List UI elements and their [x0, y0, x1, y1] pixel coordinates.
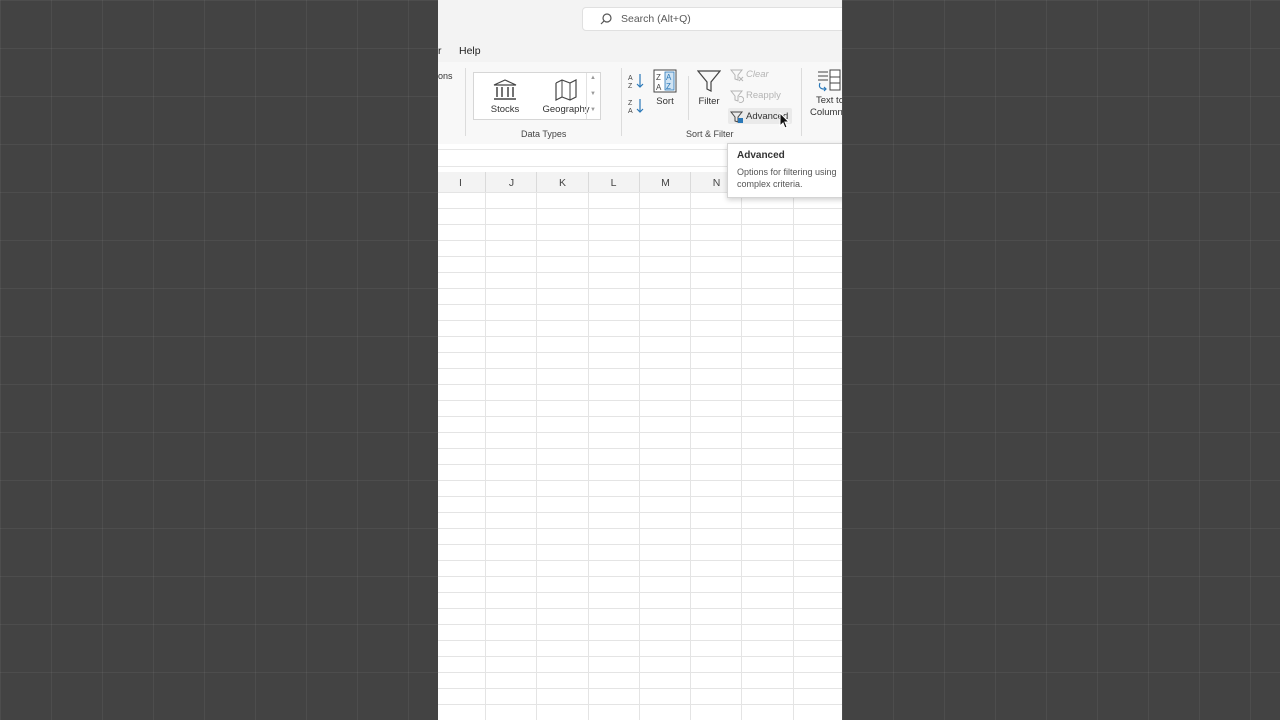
ribbon: ons Stocks Geography ▲ ▼ ▼ Data Types A …	[438, 62, 842, 145]
geography-label: Geography	[542, 104, 590, 115]
ribbon-separator	[801, 68, 802, 136]
reapply-label: Reapply	[746, 90, 781, 101]
ribbon-partial-label: ons	[438, 71, 453, 81]
svg-text:Z: Z	[656, 73, 661, 82]
tooltip-title: Advanced	[737, 150, 785, 161]
sort-label: Sort	[656, 96, 674, 107]
grid-column-line	[741, 192, 742, 720]
grid-column-line	[588, 192, 589, 720]
search-icon	[600, 13, 612, 25]
ribbon-separator	[465, 68, 466, 136]
grid-column-line	[485, 192, 486, 720]
sort-z-to-a-icon: Z A	[628, 99, 644, 115]
tooltip-description: Options for filtering using complex crit…	[737, 167, 837, 189]
column-header-m[interactable]: M	[640, 177, 691, 189]
sort-button[interactable]: Z A A Z Sort	[652, 69, 678, 107]
search-box[interactable]: Search (Alt+Q)	[582, 7, 842, 31]
text-to-columns-icon	[818, 69, 841, 92]
sort-ascending-button[interactable]: A Z	[628, 72, 644, 90]
sort-filter-group-label: Sort & Filter	[686, 129, 734, 139]
ribbon-separator	[621, 68, 622, 136]
filter-funnel-icon	[697, 70, 721, 92]
data-types-gallery: Stocks Geography ▲ ▼ ▼	[473, 72, 601, 120]
ribbon-tabs: r Help	[438, 38, 842, 62]
map-icon	[555, 79, 577, 101]
svg-text:A: A	[628, 75, 633, 82]
tab-partial[interactable]: r	[438, 45, 442, 57]
grid-column-line	[536, 192, 537, 720]
dimmed-background-right	[842, 0, 1280, 720]
sort-icon: Z A A Z	[653, 69, 677, 93]
bank-icon	[493, 79, 517, 100]
svg-text:A: A	[628, 108, 633, 115]
tab-help[interactable]: Help	[459, 45, 481, 57]
data-types-group-label: Data Types	[521, 129, 567, 139]
cell-grid[interactable]	[438, 192, 842, 720]
mouse-cursor-icon	[779, 112, 790, 129]
column-header-l[interactable]: L	[588, 177, 639, 189]
advanced-filter-icon	[730, 111, 744, 123]
filter-button[interactable]: Filter	[696, 69, 722, 107]
scroll-down-icon[interactable]: ▼	[590, 91, 596, 97]
excel-window: Search (Alt+Q) r Help ons Stocks Geograp…	[438, 0, 842, 720]
text-to-columns-button[interactable]: Text to Columns	[810, 69, 842, 119]
dimmed-background-left	[0, 0, 438, 720]
scroll-up-icon[interactable]: ▲	[590, 75, 596, 81]
stocks-label: Stocks	[490, 104, 520, 115]
clear-filter-icon	[730, 69, 744, 82]
clear-label: Clear	[746, 69, 769, 80]
sort-descending-button[interactable]: Z A	[628, 97, 644, 115]
svg-text:Z: Z	[628, 100, 633, 107]
text-to-columns-label-2: Columns	[810, 107, 842, 118]
column-header-j[interactable]: J	[486, 177, 537, 189]
title-bar: Search (Alt+Q)	[438, 0, 842, 38]
gallery-more-icon[interactable]: ▼	[590, 107, 596, 113]
svg-text:Z: Z	[628, 83, 633, 90]
ribbon-separator	[688, 76, 689, 120]
svg-text:A: A	[656, 83, 662, 92]
stocks-button[interactable]: Stocks	[477, 79, 533, 115]
column-header-k[interactable]: K	[537, 177, 588, 189]
grid-column-line	[690, 192, 691, 720]
filter-label: Filter	[698, 96, 720, 107]
search-placeholder: Search (Alt+Q)	[621, 13, 691, 25]
reapply-filter-icon	[730, 90, 744, 103]
grid-column-line	[793, 192, 794, 720]
gallery-scrollbar[interactable]: ▲ ▼ ▼	[586, 73, 600, 119]
advanced-tooltip: Advanced Options for filtering using com…	[727, 143, 842, 198]
text-to-columns-label-1: Text to	[816, 95, 842, 106]
column-header-i[interactable]: I	[438, 177, 486, 189]
sort-a-to-z-icon: A Z	[628, 74, 644, 90]
svg-text:Z: Z	[666, 82, 671, 91]
grid-column-line	[639, 192, 640, 720]
svg-text:A: A	[666, 73, 672, 82]
